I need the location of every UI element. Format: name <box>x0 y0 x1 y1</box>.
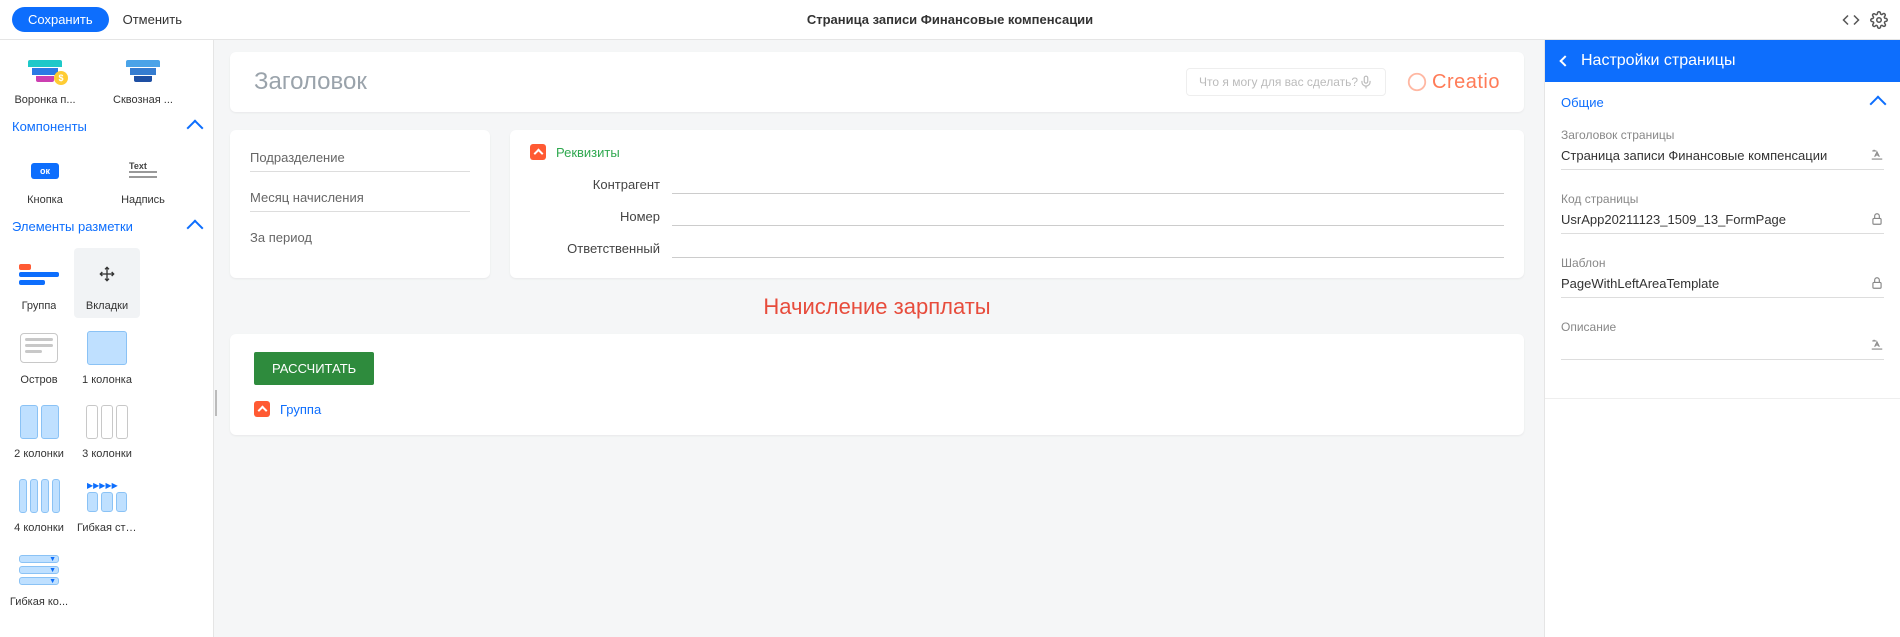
chevron-up-icon <box>187 120 204 137</box>
palette-item-4col[interactable]: 4 колонки <box>6 470 72 540</box>
palette-item-flexrow[interactable]: ▶▶▶▶▶ Гибкая стр... <box>74 470 140 540</box>
group-title-group: Группа <box>280 402 321 417</box>
flexcol-icon: ▼▼▼ <box>16 550 62 590</box>
title-placeholder: Заголовок <box>254 68 367 96</box>
top-header: Сохранить Отменить Страница записи Финан… <box>0 0 1900 40</box>
field-period[interactable]: За период <box>250 230 470 251</box>
palette-item-group[interactable]: Группа <box>6 248 72 318</box>
island-layout-icon <box>16 328 62 368</box>
field-counterparty[interactable]: Контрагент <box>530 174 1504 194</box>
save-button[interactable]: Сохранить <box>12 7 109 32</box>
field-subdivision[interactable]: Подразделение <box>250 150 470 172</box>
section-layout[interactable]: Элементы разметки <box>0 212 213 240</box>
back-icon[interactable] <box>1559 55 1570 66</box>
palette-item-funnel-sales[interactable]: $ Воронка п... <box>10 54 80 106</box>
header-actions <box>1842 11 1888 29</box>
group-title-requisites: Реквизиты <box>556 145 620 160</box>
lock-icon <box>1870 276 1884 290</box>
lock-icon <box>1870 212 1884 226</box>
salary-label[interactable]: Начисление зарплаты <box>230 294 1524 320</box>
settings-header: Настройки страницы <box>1545 40 1900 82</box>
palette-item-1col[interactable]: 1 колонка <box>74 322 140 392</box>
field-month[interactable]: Месяц начисления <box>250 190 470 212</box>
field-number[interactable]: Номер <box>530 206 1504 226</box>
palette-item-flexcol[interactable]: ▼▼▼ Гибкая ко... <box>6 544 72 614</box>
translate-icon[interactable] <box>1870 148 1884 162</box>
gear-icon[interactable] <box>1870 11 1888 29</box>
palette-item-button[interactable]: ок Кнопка <box>10 154 80 206</box>
collapse-icon[interactable] <box>254 401 270 417</box>
palette-item-2col[interactable]: 2 колонки <box>6 396 72 466</box>
palette-item-funnel-through[interactable]: Сквозная ... <box>108 54 178 106</box>
left-fields-card[interactable]: Подразделение Месяц начисления За период <box>230 130 490 278</box>
group-layout-icon <box>16 254 62 294</box>
calc-card[interactable]: РАССЧИТАТЬ Группа <box>230 334 1524 435</box>
search-input[interactable]: Что я могу для вас сделать? <box>1186 68 1386 96</box>
text-icon: Text <box>123 154 163 188</box>
code-icon[interactable] <box>1842 11 1860 29</box>
brand-logo: Creatio <box>1406 71 1500 94</box>
flexrow-icon: ▶▶▶▶▶ <box>84 476 130 516</box>
calculate-button[interactable]: РАССЧИТАТЬ <box>254 352 374 385</box>
tabs-layout-icon <box>84 254 130 294</box>
translate-icon[interactable] <box>1870 338 1884 352</box>
palette-item-label[interactable]: Text Надпись <box>108 154 178 206</box>
field-template[interactable]: Шаблон PageWithLeftAreaTemplate <box>1561 256 1884 298</box>
section-components[interactable]: Компоненты <box>0 112 213 140</box>
chevron-up-icon <box>187 220 204 237</box>
mic-icon <box>1359 75 1373 89</box>
col2-icon <box>16 402 62 442</box>
chevron-up-icon <box>1870 96 1887 113</box>
col1-icon <box>84 328 130 368</box>
funnel-sales-icon: $ <box>25 54 65 88</box>
cancel-button[interactable]: Отменить <box>123 12 182 27</box>
page-title: Страница записи Финансовые компенсации <box>807 12 1093 27</box>
collapse-icon[interactable] <box>530 144 546 160</box>
resize-grip[interactable] <box>214 390 217 416</box>
settings-section-general[interactable]: Общие <box>1545 82 1900 122</box>
funnel-through-icon <box>123 54 163 88</box>
col4-icon <box>16 476 62 516</box>
button-icon: ок <box>25 154 65 188</box>
col3-icon <box>84 402 130 442</box>
settings-panel: Настройки страницы Общие Заголовок стран… <box>1544 40 1900 637</box>
palette-item-3col[interactable]: 3 колонки <box>74 396 140 466</box>
left-palette: $ Воронка п... Сквозная ... Компоненты о… <box>0 40 214 637</box>
field-page-code[interactable]: Код страницы UsrApp20211123_1509_13_Form… <box>1561 192 1884 234</box>
field-page-title[interactable]: Заголовок страницы Страница записи Финан… <box>1561 128 1884 170</box>
field-description[interactable]: Описание <box>1561 320 1884 360</box>
requisites-card[interactable]: Реквизиты Контрагент Номер Ответственный <box>510 130 1524 278</box>
palette-item-tabs[interactable]: Вкладки <box>74 248 140 318</box>
field-responsible[interactable]: Ответственный <box>530 238 1504 258</box>
canvas: Заголовок Что я могу для вас сделать? Cr… <box>214 40 1544 637</box>
palette-item-island[interactable]: Остров <box>6 322 72 392</box>
brand-icon <box>1406 71 1428 93</box>
title-card[interactable]: Заголовок Что я могу для вас сделать? Cr… <box>230 52 1524 112</box>
